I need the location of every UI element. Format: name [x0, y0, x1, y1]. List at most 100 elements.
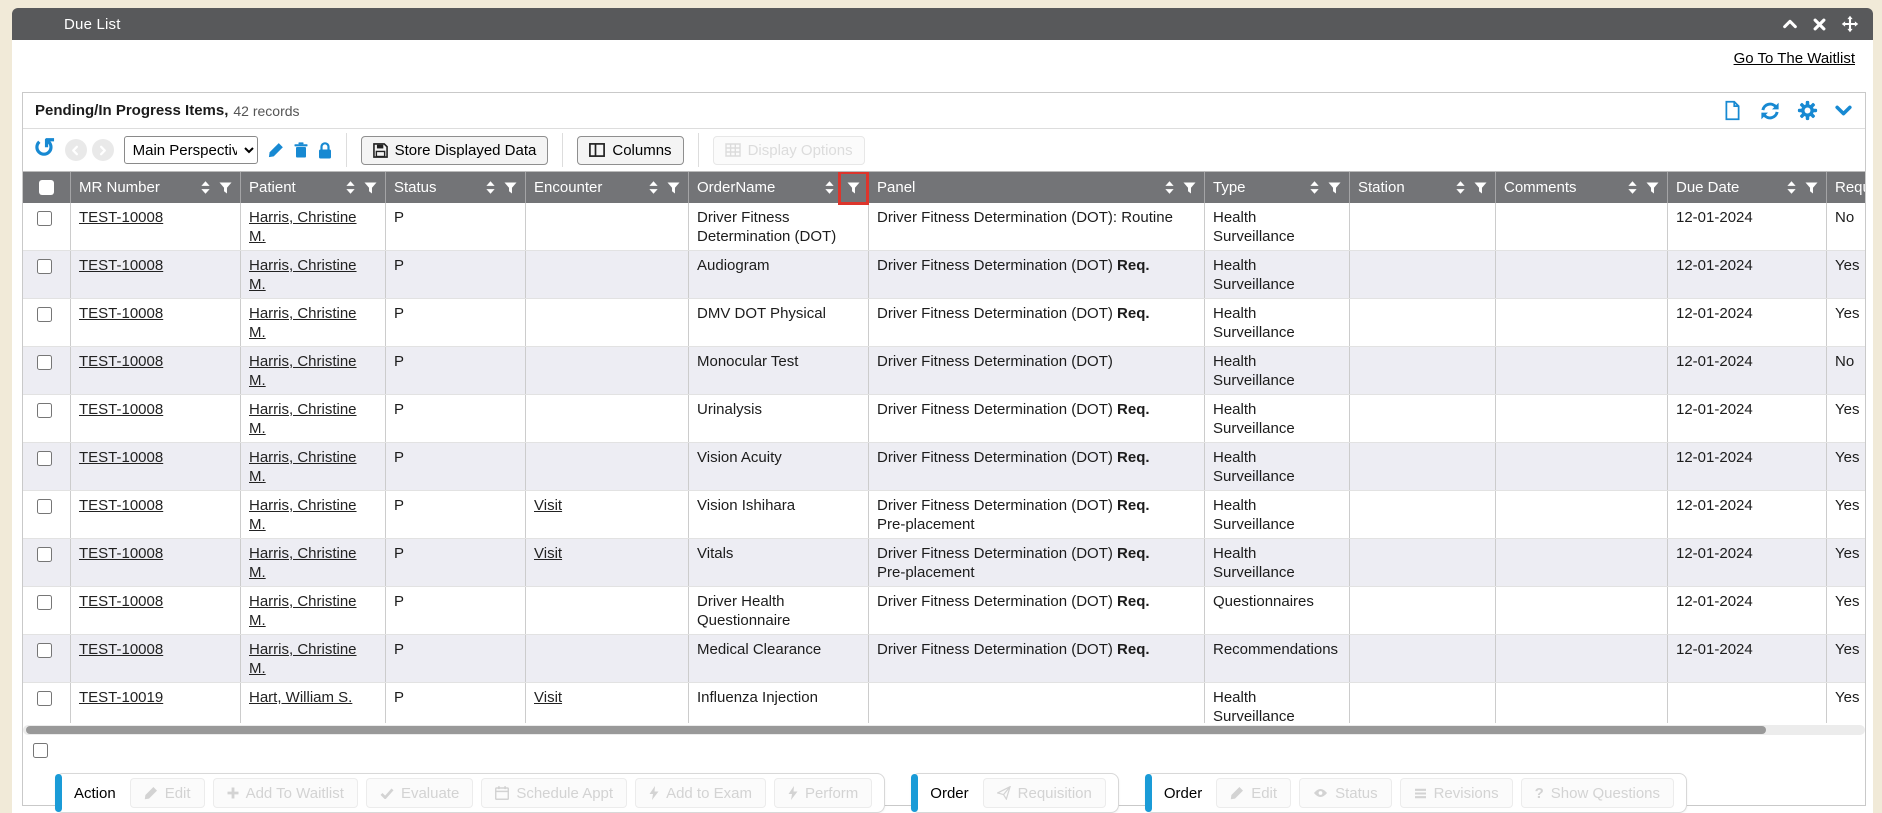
visit-link[interactable]: Visit: [534, 545, 562, 562]
patient-link[interactable]: Harris, Christine M.: [249, 209, 357, 245]
patient-link[interactable]: Harris, Christine M.: [249, 305, 357, 341]
patient-link[interactable]: Harris, Christine M.: [249, 593, 357, 629]
row-checkbox[interactable]: [37, 403, 52, 418]
mr-number-link[interactable]: TEST-10008: [79, 353, 163, 370]
mr-number-link[interactable]: TEST-10008: [79, 257, 163, 274]
patient-link[interactable]: Harris, Christine M.: [249, 353, 357, 389]
row-checkbox[interactable]: [37, 691, 52, 706]
cell-due: 12-01-2024: [1668, 635, 1827, 682]
sort-icon[interactable]: [649, 181, 658, 194]
sort-icon[interactable]: [486, 181, 495, 194]
mr-number-link[interactable]: TEST-10008: [79, 449, 163, 466]
perform-button[interactable]: Perform: [774, 778, 872, 808]
mr-number-link[interactable]: TEST-10008: [79, 401, 163, 418]
schedule-appt-button[interactable]: Schedule Appt: [481, 778, 627, 808]
sort-icon[interactable]: [825, 181, 834, 194]
add-to-waitlist-button[interactable]: Add To Waitlist: [213, 778, 358, 808]
select-all-checkbox[interactable]: [39, 180, 54, 195]
undo-icon[interactable]: ↺: [33, 137, 56, 159]
patient-link[interactable]: Harris, Christine M.: [249, 401, 357, 437]
requisition-button[interactable]: Requisition: [983, 778, 1106, 808]
column-label: Comments: [1504, 179, 1624, 196]
mr-number-link[interactable]: TEST-10008: [79, 641, 163, 658]
row-checkbox[interactable]: [37, 355, 52, 370]
move-icon[interactable]: [1841, 15, 1859, 33]
save-icon: [373, 143, 388, 158]
filter-icon[interactable]: [1646, 182, 1659, 194]
sort-icon[interactable]: [201, 181, 210, 194]
row-checkbox[interactable]: [37, 547, 52, 562]
filter-icon[interactable]: [219, 182, 232, 194]
gear-icon[interactable]: [1797, 100, 1818, 121]
filter-icon[interactable]: [1183, 182, 1196, 194]
row-checkbox[interactable]: [37, 259, 52, 274]
patient-link[interactable]: Harris, Christine M.: [249, 257, 357, 293]
add-to-exam-button[interactable]: Add to Exam: [635, 778, 766, 808]
filter-icon[interactable]: [667, 182, 680, 194]
edit-button[interactable]: Edit: [1216, 778, 1291, 808]
sort-icon[interactable]: [346, 181, 355, 194]
edit-button[interactable]: Edit: [130, 778, 205, 808]
prev-perspective-button[interactable]: [65, 139, 87, 161]
collapse-icon[interactable]: [1782, 16, 1798, 32]
refresh-icon[interactable]: [1759, 100, 1781, 122]
action-bar: ActionEditAdd To WaitlistEvaluateSchedul…: [55, 773, 1865, 813]
cell-comments: [1496, 347, 1668, 394]
sort-icon[interactable]: [1165, 181, 1174, 194]
revisions-button[interactable]: Revisions: [1400, 778, 1513, 808]
row-checkbox[interactable]: [37, 307, 52, 322]
cell-patient: Hart, William S.: [241, 683, 386, 723]
visit-link[interactable]: Visit: [534, 689, 562, 706]
visit-link[interactable]: Visit: [534, 497, 562, 514]
row-checkbox[interactable]: [37, 643, 52, 658]
scrollbar-thumb[interactable]: [26, 726, 1766, 734]
sort-icon[interactable]: [1456, 181, 1465, 194]
new-document-icon[interactable]: [1722, 100, 1743, 121]
row-checkbox[interactable]: [37, 595, 52, 610]
go-to-waitlist-link[interactable]: Go To The Waitlist: [1734, 50, 1855, 67]
show-questions-button[interactable]: ?Show Questions: [1521, 778, 1674, 808]
row-checkbox[interactable]: [37, 211, 52, 226]
display-options-button[interactable]: Display Options: [713, 136, 865, 165]
mr-number-link[interactable]: TEST-10008: [79, 593, 163, 610]
table-row: TEST-10008Harris, Christine M.PDriver Fi…: [23, 203, 1865, 251]
cell-req: Yes: [1827, 299, 1865, 346]
row-checkbox[interactable]: [37, 451, 52, 466]
evaluate-button[interactable]: Evaluate: [366, 778, 473, 808]
sort-icon[interactable]: [1628, 181, 1637, 194]
patient-link[interactable]: Harris, Christine M.: [249, 449, 357, 485]
patient-link[interactable]: Harris, Christine M.: [249, 545, 357, 581]
filter-icon[interactable]: [847, 182, 860, 194]
lock-icon[interactable]: [318, 142, 332, 159]
status-button[interactable]: Status: [1299, 778, 1392, 808]
delete-perspective-icon[interactable]: [294, 142, 308, 158]
chevron-down-icon[interactable]: [1834, 101, 1853, 120]
sort-icon[interactable]: [1787, 181, 1796, 194]
columns-button[interactable]: Columns: [577, 136, 683, 165]
patient-link[interactable]: Harris, Christine M.: [249, 641, 357, 677]
filter-icon[interactable]: [1328, 182, 1341, 194]
mr-number-link[interactable]: TEST-10019: [79, 689, 163, 706]
patient-link[interactable]: Hart, William S.: [249, 689, 352, 706]
filter-icon[interactable]: [504, 182, 517, 194]
select-all-footer-checkbox[interactable]: [33, 743, 48, 758]
sort-icon[interactable]: [1310, 181, 1319, 194]
patient-link[interactable]: Harris, Christine M.: [249, 497, 357, 533]
perspective-select[interactable]: Main Perspective: [124, 136, 258, 164]
store-displayed-data-button[interactable]: Store Displayed Data: [361, 136, 549, 165]
filter-icon[interactable]: [364, 182, 377, 194]
close-icon[interactable]: [1812, 17, 1827, 32]
edit-perspective-icon[interactable]: [268, 142, 284, 158]
filter-icon[interactable]: [1805, 182, 1818, 194]
mr-number-link[interactable]: TEST-10008: [79, 209, 163, 226]
mr-number-link[interactable]: TEST-10008: [79, 497, 163, 514]
mr-number-link[interactable]: TEST-10008: [79, 545, 163, 562]
cell-req: Yes: [1827, 539, 1865, 586]
row-checkbox[interactable]: [37, 499, 52, 514]
select-all-header-cell: [23, 172, 71, 203]
mr-number-link[interactable]: TEST-10008: [79, 305, 163, 322]
filter-icon[interactable]: [1474, 182, 1487, 194]
cell-mr: TEST-10008: [71, 251, 241, 298]
horizontal-scrollbar[interactable]: [23, 725, 1865, 735]
next-perspective-button[interactable]: [92, 139, 114, 161]
